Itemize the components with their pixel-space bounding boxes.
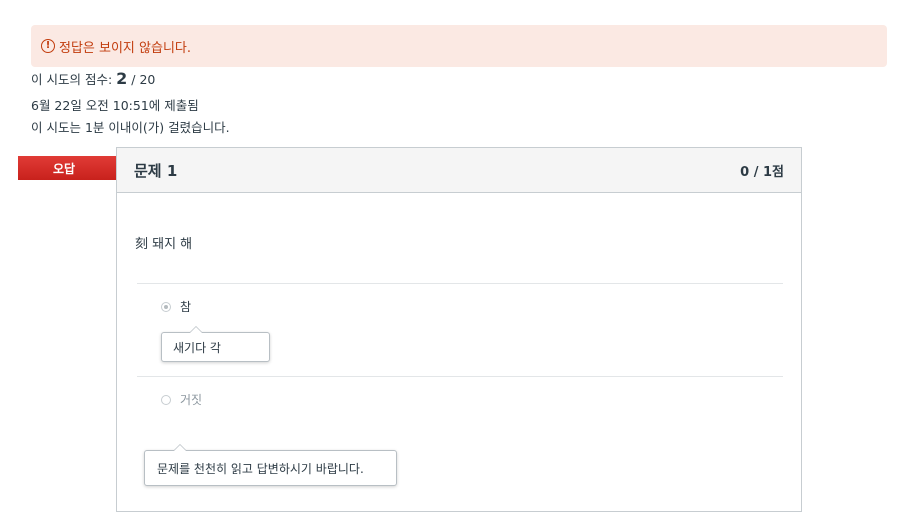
radio-unselected-icon[interactable] bbox=[161, 394, 171, 405]
submitted-time: 6월 22일 오전 10:51에 제출됨 bbox=[31, 98, 199, 113]
radio-selected-icon[interactable] bbox=[161, 301, 171, 312]
score-total: / 20 bbox=[127, 72, 156, 87]
score-prefix: 이 시도의 점수: bbox=[31, 72, 117, 87]
answer-option-true[interactable]: 참 bbox=[161, 298, 191, 315]
answer-label: 거짓 bbox=[180, 393, 203, 407]
answer-comment: 문제를 천천히 읽고 답변하시기 바랍니다. bbox=[144, 444, 397, 486]
score-value: 2 bbox=[116, 69, 128, 88]
incorrect-flag-label: 오답 bbox=[52, 161, 76, 176]
question-points: 0 / 1점 bbox=[740, 164, 784, 180]
answer-option-false[interactable]: 거짓 bbox=[161, 391, 202, 408]
question-title: 문제 1 bbox=[134, 161, 178, 180]
answer-divider bbox=[137, 376, 783, 377]
incorrect-flag: 오답 bbox=[18, 156, 132, 180]
answer-label: 참 bbox=[180, 300, 192, 314]
answer-comment-text: 새기다 각 bbox=[173, 340, 221, 355]
question-header: 문제 1 0 / 1점 bbox=[117, 148, 801, 193]
attempt-duration: 이 시도는 1분 이내이(가) 걸렸습니다. bbox=[31, 120, 230, 135]
question-card: 문제 1 0 / 1점 刻 돼지 해 참 새기다 각 거짓 문제를 천천히 읽고… bbox=[116, 147, 802, 512]
question-text: 刻 돼지 해 bbox=[135, 237, 193, 252]
answer-divider bbox=[137, 283, 783, 284]
answer-comment: 새기다 각 bbox=[161, 326, 270, 362]
exclamation-circle-icon: ! bbox=[41, 39, 55, 53]
answer-comment-text: 문제를 천천히 읽고 답변하시기 바랍니다. bbox=[157, 461, 364, 476]
attempt-score: 이 시도의 점수: 2 / 20 bbox=[31, 69, 155, 88]
alert-text: 정답은 보이지 않습니다. bbox=[59, 40, 191, 56]
answers-hidden-alert: ! 정답은 보이지 않습니다. bbox=[31, 25, 887, 67]
